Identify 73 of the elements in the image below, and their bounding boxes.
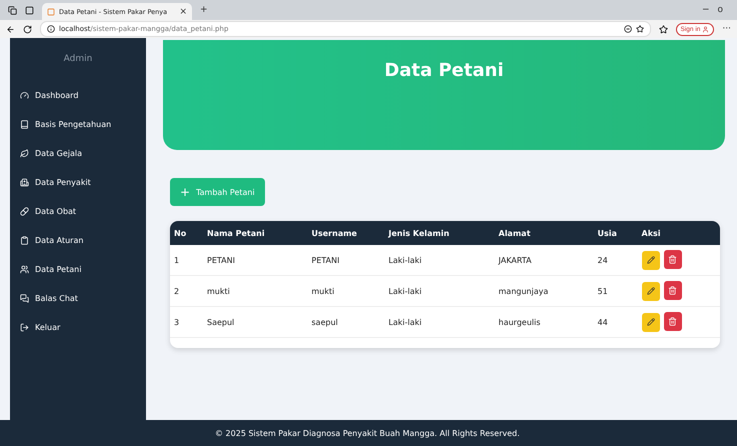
book-icon <box>20 120 29 129</box>
page-title: Data Petani <box>384 60 504 83</box>
logout-icon <box>20 323 29 332</box>
sidebar-item[interactable]: Data Aturan <box>10 226 146 255</box>
table-cell: 3 <box>170 306 203 338</box>
clipboard-icon <box>20 236 29 245</box>
zoom-icon[interactable] <box>624 25 632 33</box>
table-cell: PETANI <box>203 245 308 276</box>
edit-button[interactable] <box>642 282 660 301</box>
table-cell: mangunjaya <box>494 276 594 306</box>
table-cell: Laki-laki <box>384 306 494 338</box>
tab-icon[interactable] <box>25 6 34 14</box>
table-cell: saepul <box>308 306 384 338</box>
column-header: Jenis Kelamin <box>384 221 494 245</box>
delete-button[interactable] <box>664 281 682 300</box>
tab-close-button[interactable]: × <box>179 6 187 16</box>
sidebar-item[interactable]: Balas Chat <box>10 284 146 313</box>
gauge-icon <box>20 91 29 100</box>
table-cell: mukti <box>203 276 308 306</box>
table-cell: Saepul <box>203 306 308 338</box>
table-cell: haurgeulis <box>494 306 594 338</box>
table-cell: JAKARTA <box>494 245 594 276</box>
sidebar-item[interactable]: Data Obat <box>10 197 146 226</box>
column-header: Usia <box>594 221 638 245</box>
tab-actions-icon[interactable] <box>8 6 17 14</box>
chat-icon <box>20 294 29 303</box>
column-header: No <box>170 221 203 245</box>
hospital-icon <box>20 178 29 187</box>
table-cell: 2 <box>170 276 203 306</box>
pencil-icon <box>646 256 654 264</box>
sidebar-item[interactable]: Data Gejala <box>10 139 146 168</box>
pencil-icon <box>646 318 654 326</box>
pencil-icon <box>646 287 654 296</box>
table-cell: PETANI <box>308 245 384 276</box>
delete-button[interactable] <box>664 250 682 270</box>
trash-icon <box>668 286 677 296</box>
user-icon <box>702 26 710 32</box>
table-cell: Laki-laki <box>384 276 494 306</box>
reload-icon[interactable] <box>23 24 32 34</box>
table-cell: Laki-laki <box>384 245 494 276</box>
info-icon <box>47 25 55 33</box>
favicon-icon <box>47 8 55 16</box>
back-icon[interactable] <box>6 24 15 34</box>
trash-icon <box>668 317 677 326</box>
column-header: Username <box>308 221 384 245</box>
sidebar-item[interactable]: Data Penyakit <box>10 168 146 197</box>
leaf-icon <box>20 149 29 158</box>
table-cell: 51 <box>594 276 638 306</box>
more-button[interactable]: ··· <box>722 24 731 34</box>
copyright-text: © 2025 Sistem Pakar Diagnosa Penyakit Buah Mangga. All Rights Reserved. <box>215 428 520 438</box>
new-tab-button[interactable]: + <box>200 5 208 15</box>
restore-button[interactable]: o <box>717 5 723 15</box>
edit-button[interactable] <box>642 250 660 270</box>
users-icon <box>20 265 29 274</box>
table-cell: mukti <box>308 276 384 306</box>
sidebar-item[interactable]: Dashboard <box>10 81 146 110</box>
star-icon[interactable] <box>636 25 644 33</box>
favorites-icon[interactable] <box>658 24 668 34</box>
edit-button[interactable] <box>642 312 660 332</box>
column-header: Nama Petani <box>203 221 308 245</box>
table-cell: 1 <box>170 245 203 276</box>
sidebar-item[interactable]: Basis Pengetahuan <box>10 110 146 139</box>
sidebar-title: Admin <box>62 54 94 64</box>
trash-icon <box>668 255 677 264</box>
delete-button[interactable] <box>664 312 682 332</box>
table-cell: 44 <box>594 306 638 338</box>
pill-icon <box>20 207 29 216</box>
minimize-button[interactable]: − <box>702 5 710 15</box>
sidebar-item[interactable]: Data Petani <box>10 255 146 284</box>
sidebar-item[interactable]: Keluar <box>10 313 146 342</box>
column-header: Alamat <box>494 221 594 245</box>
column-header: Aksi <box>638 221 720 245</box>
table-cell: 24 <box>594 245 638 276</box>
